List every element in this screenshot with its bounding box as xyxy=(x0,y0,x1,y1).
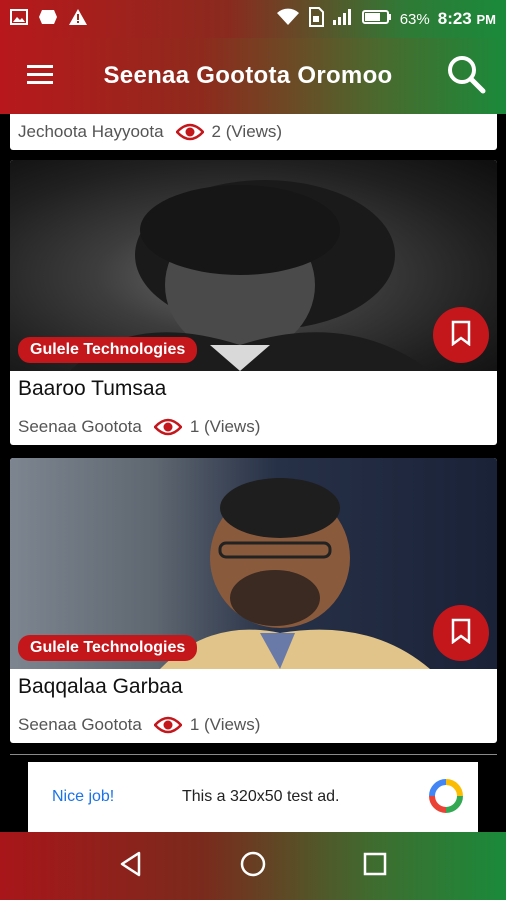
article-image: Gulele Technologies xyxy=(10,458,497,669)
ad-logo-icon xyxy=(428,779,464,815)
card-views: 1 (Views) xyxy=(189,417,261,436)
ad-banner[interactable]: Nice job! This a 320x50 test ad. xyxy=(28,762,478,832)
status-bar: 63% 8:23 PM xyxy=(0,0,506,38)
source-tag: Gulele Technologies xyxy=(18,337,198,363)
article-image: Gulele Technologies xyxy=(10,160,497,371)
card-views: 1 (Views) xyxy=(189,715,261,734)
article-card[interactable]: Gulele Technologies Baaroo Tumsaa Seenaa… xyxy=(10,160,497,445)
ad-text: This a 320x50 test ad. xyxy=(182,788,340,805)
clock: 8:23 PM xyxy=(437,9,496,28)
bookmark-icon xyxy=(450,618,472,649)
eye-icon xyxy=(175,123,204,141)
sim-icon xyxy=(308,7,324,31)
recents-button[interactable] xyxy=(361,850,389,883)
article-card[interactable]: Jechoota Hayyoota 2 (Views) xyxy=(10,114,497,150)
home-button[interactable] xyxy=(239,850,267,883)
app-bar: Seenaa Gootota Oromoo xyxy=(0,38,506,114)
bookmark-button[interactable] xyxy=(433,307,489,363)
battery-percent: 63% xyxy=(399,10,430,28)
wifi-icon xyxy=(276,8,300,30)
back-button[interactable] xyxy=(117,850,145,883)
system-nav-bar xyxy=(0,832,506,900)
eye-icon xyxy=(153,418,182,436)
image-notification-icon xyxy=(10,8,28,30)
battery-icon xyxy=(361,9,392,29)
app-notification-icon xyxy=(38,8,58,31)
article-card[interactable]: Gulele Technologies Baqqalaa Garbaa Seen… xyxy=(10,458,497,743)
card-title: Baaroo Tumsaa xyxy=(18,377,167,400)
card-views: 2 (Views) xyxy=(211,122,283,141)
card-author: Seenaa Gootota xyxy=(18,715,142,734)
ad-nice-label: Nice job! xyxy=(52,788,115,805)
bookmark-button[interactable] xyxy=(433,605,489,661)
app-title: Seenaa Gootota Oromoo xyxy=(103,62,393,89)
eye-icon xyxy=(153,716,182,734)
source-tag: Gulele Technologies xyxy=(18,635,198,661)
card-title: Baqqalaa Garbaa xyxy=(18,675,183,698)
bookmark-icon xyxy=(450,320,472,351)
article-list[interactable]: Jechoota Hayyoota 2 (Views) Gulele Techn… xyxy=(0,114,506,762)
signal-icon xyxy=(332,8,354,30)
card-author: Jechoota Hayyoota xyxy=(18,122,164,141)
warning-icon xyxy=(68,8,88,31)
hamburger-menu-icon xyxy=(26,63,54,90)
card-author: Seenaa Gootota xyxy=(18,417,142,436)
search-button[interactable] xyxy=(426,38,506,114)
search-icon xyxy=(446,54,486,99)
list-divider xyxy=(10,754,497,755)
menu-button[interactable] xyxy=(0,38,80,114)
